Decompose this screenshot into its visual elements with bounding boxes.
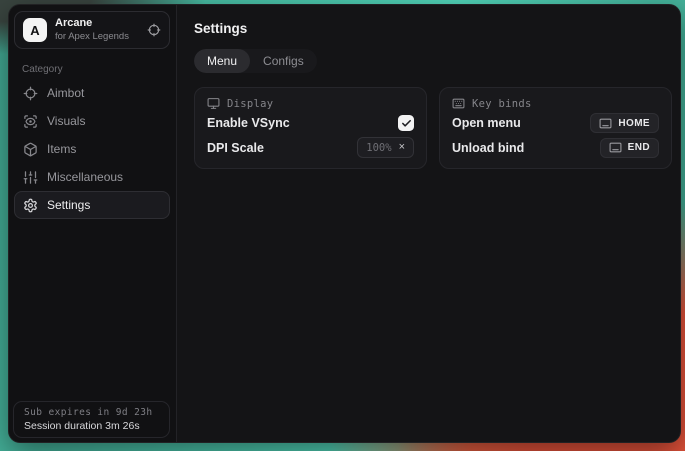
- keybind-value: HOME: [618, 118, 650, 129]
- sidebar-item-label: Aimbot: [47, 86, 84, 100]
- sidebar-item-miscellaneous[interactable]: Miscellaneous: [14, 163, 170, 191]
- display-card: Display Enable VSync DPI Scale 100% ×: [194, 87, 427, 169]
- vsync-row: Enable VSync: [207, 112, 414, 135]
- brand-card: A Arcane for Apex Legends: [14, 11, 170, 49]
- sidebar-item-label: Visuals: [47, 114, 85, 128]
- target-icon[interactable]: [147, 23, 161, 37]
- gear-icon: [23, 198, 38, 213]
- settings-tab-group: Menu Configs: [194, 49, 317, 73]
- vsync-checkbox[interactable]: [398, 115, 414, 131]
- open-menu-label: Open menu: [452, 116, 521, 130]
- brand-logo: A: [23, 18, 47, 42]
- sidebar-item-label: Items: [47, 142, 76, 156]
- sidebar-nav: Aimbot Visuals Items Miscellaneous: [9, 79, 176, 219]
- unload-bind-label: Unload bind: [452, 141, 524, 155]
- keybinds-card: Key binds Open menu HOME Unload bind: [439, 87, 672, 169]
- brand-name: Arcane: [55, 17, 139, 31]
- tab-configs[interactable]: Configs: [250, 49, 317, 73]
- sidebar-spacer: [9, 219, 176, 401]
- crosshair-icon: [23, 86, 38, 101]
- session-duration-text: Session duration 3m 26s: [24, 420, 159, 432]
- sliders-icon: [23, 170, 38, 185]
- vsync-label: Enable VSync: [207, 116, 290, 130]
- keybinds-card-title: Key binds: [472, 98, 532, 110]
- subscription-status-card: Sub expires in 9d 23h Session duration 3…: [13, 401, 170, 438]
- sidebar-item-settings[interactable]: Settings: [14, 191, 170, 219]
- scan-eye-icon: [23, 114, 38, 129]
- sidebar-item-aimbot[interactable]: Aimbot: [14, 79, 170, 107]
- keyboard-icon: [452, 97, 465, 110]
- sidebar-item-label: Miscellaneous: [47, 170, 123, 184]
- unload-keybind[interactable]: END: [600, 138, 659, 158]
- display-card-title: Display: [227, 98, 273, 110]
- package-icon: [23, 142, 38, 157]
- sidebar: A Arcane for Apex Legends Category Aimbo…: [9, 5, 177, 442]
- keybind-value: END: [628, 142, 650, 153]
- clear-icon[interactable]: ×: [399, 142, 405, 153]
- dpi-label: DPI Scale: [207, 141, 264, 155]
- brand-text: Arcane for Apex Legends: [55, 17, 139, 43]
- unload-bind-row: Unload bind END: [452, 137, 659, 160]
- sidebar-item-items[interactable]: Items: [14, 135, 170, 163]
- keyboard-icon: [609, 141, 622, 154]
- page-title: Settings: [194, 21, 672, 36]
- sub-expiry-text: Sub expires in 9d 23h: [24, 407, 159, 418]
- keyboard-icon: [599, 117, 612, 130]
- open-menu-keybind[interactable]: HOME: [590, 113, 659, 133]
- sidebar-item-label: Settings: [47, 198, 90, 212]
- dpi-row: DPI Scale 100% ×: [207, 137, 414, 160]
- display-card-header: Display: [207, 97, 414, 110]
- settings-cards: Display Enable VSync DPI Scale 100% ×: [194, 87, 672, 169]
- open-menu-row: Open menu HOME: [452, 112, 659, 135]
- tab-menu[interactable]: Menu: [194, 49, 250, 73]
- check-icon: [401, 118, 412, 129]
- dpi-scale-input[interactable]: 100% ×: [357, 137, 414, 158]
- brand-subtitle: for Apex Legends: [55, 31, 139, 43]
- monitor-icon: [207, 97, 220, 110]
- dpi-value: 100%: [366, 142, 391, 154]
- main-content: Settings Menu Configs Display Enable VSy…: [177, 5, 681, 442]
- sidebar-item-visuals[interactable]: Visuals: [14, 107, 170, 135]
- category-label: Category: [22, 64, 176, 75]
- app-window: A Arcane for Apex Legends Category Aimbo…: [8, 4, 681, 443]
- keybinds-card-header: Key binds: [452, 97, 659, 110]
